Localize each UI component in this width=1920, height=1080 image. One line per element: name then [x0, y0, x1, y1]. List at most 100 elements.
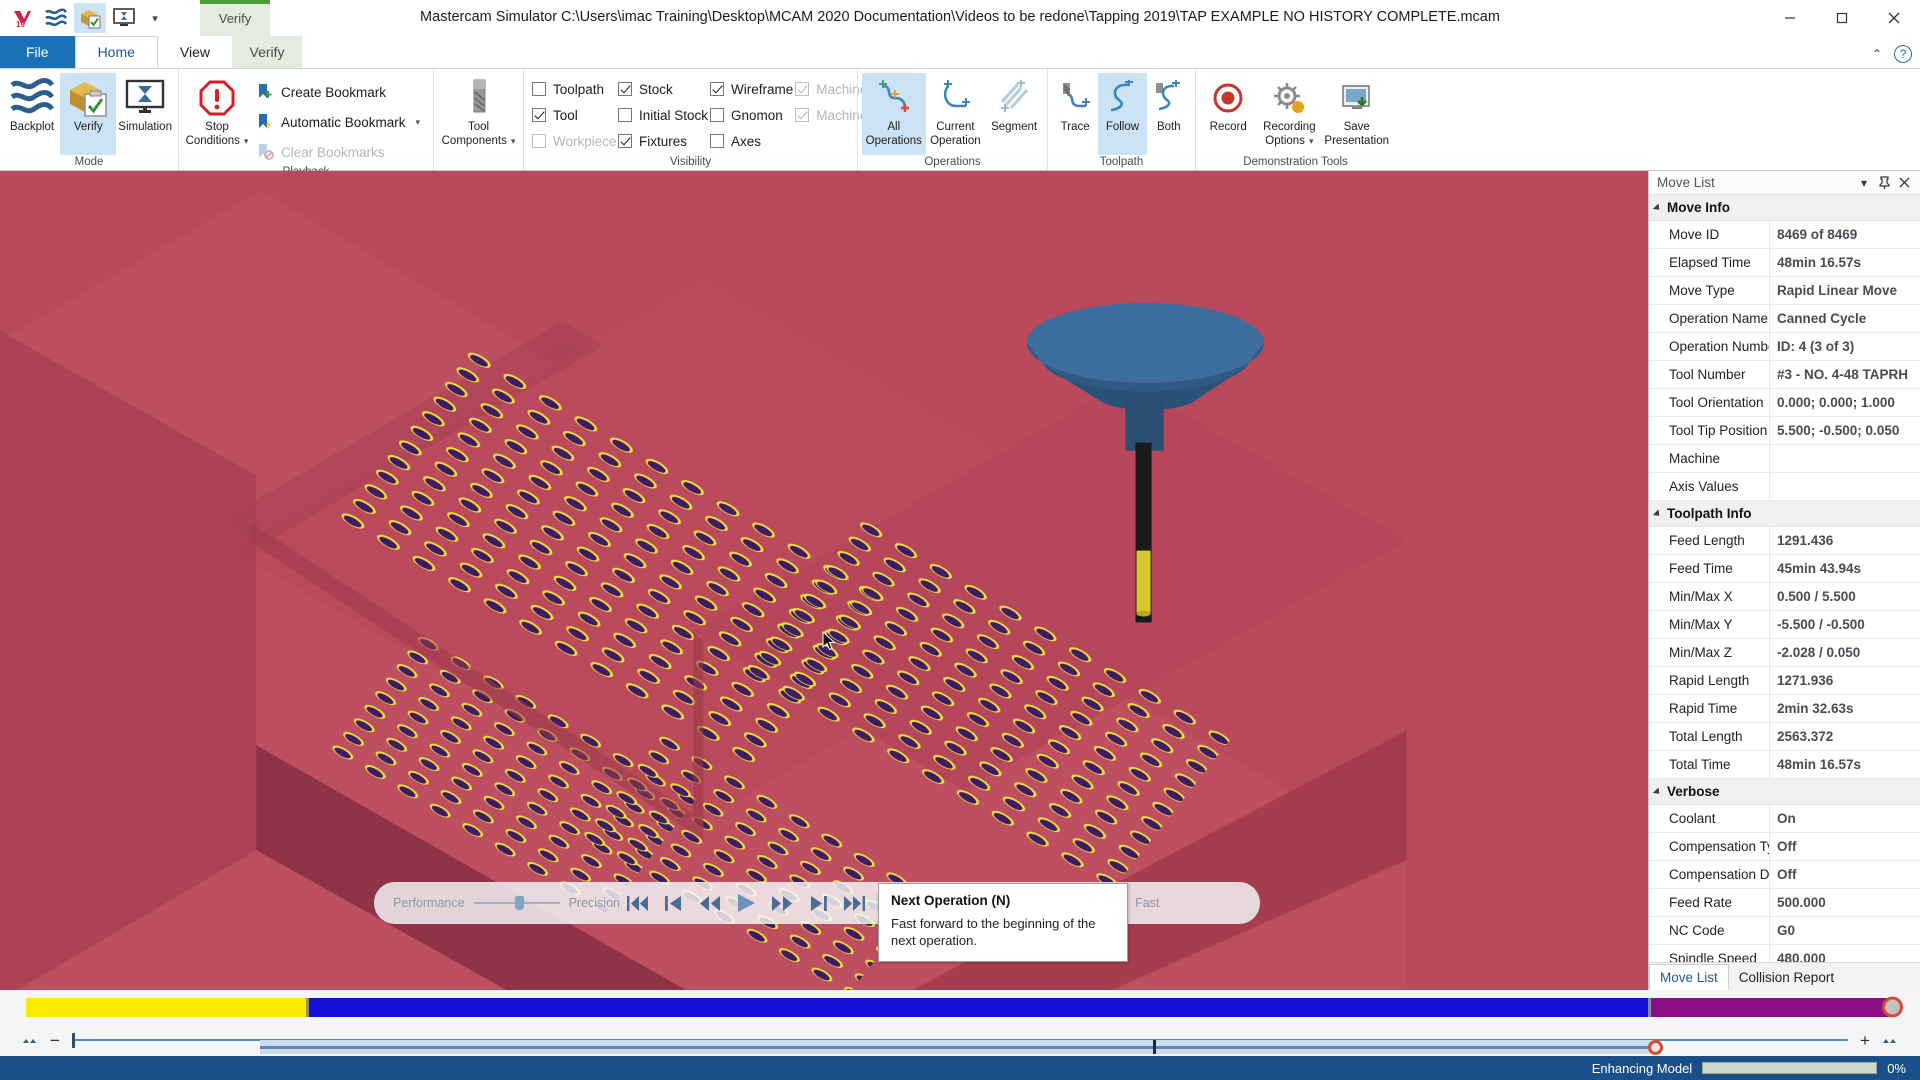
table-row[interactable]: Min/Max X 0.500 / 5.500: [1649, 583, 1920, 611]
progress-segment-3[interactable]: [1651, 997, 1894, 1017]
skip-to-end-button[interactable]: [836, 886, 872, 920]
simulation-viewport[interactable]: Performance Precision Fast Next Operatio…: [0, 171, 1648, 990]
tab-view[interactable]: View: [158, 36, 232, 68]
ribbon-button-save-presentation[interactable]: Save Presentation: [1322, 73, 1391, 147]
checkbox-wireframe[interactable]: Wireframe: [710, 78, 793, 100]
table-row[interactable]: Compensation Direction Off: [1649, 861, 1920, 889]
skip-to-start-button[interactable]: [620, 886, 656, 920]
checkbox-toolpath-box[interactable]: [532, 82, 546, 96]
table-row[interactable]: Feed Length 1291.436: [1649, 527, 1920, 555]
checkbox-initial-stock[interactable]: Initial Stock: [618, 104, 708, 126]
table-row[interactable]: Total Length 2563.372: [1649, 723, 1920, 751]
table-row[interactable]: Compensation Type Off: [1649, 833, 1920, 861]
checkbox-toolpath[interactable]: Toolpath: [532, 78, 616, 100]
ribbon-button-simulation[interactable]: Simulation: [116, 73, 174, 133]
customize-qat-icon[interactable]: ▾: [142, 3, 168, 33]
ribbon-item-create-bookmark[interactable]: Create Bookmark: [251, 79, 420, 105]
table-row[interactable]: Axis Values: [1649, 473, 1920, 501]
ribbon-button-both[interactable]: Both: [1147, 73, 1191, 133]
tab-collision-report[interactable]: Collision Report: [1729, 964, 1844, 990]
next-operation-button[interactable]: [800, 886, 836, 920]
checkbox-stock-box[interactable]: [618, 82, 632, 96]
zoom-out-button[interactable]: −: [48, 1032, 62, 1049]
move-list-content[interactable]: Move Info Move ID 8469 of 8469 Elapsed Ti…: [1649, 195, 1920, 962]
performance-precision-slider[interactable]: [473, 896, 560, 910]
close-button[interactable]: [1868, 0, 1920, 36]
tab-move-list[interactable]: Move List: [1649, 964, 1729, 990]
backplot-icon[interactable]: [40, 3, 72, 33]
table-row[interactable]: Tool Tip Position 5.500; -0.500; 0.050: [1649, 417, 1920, 445]
progress-segment-2[interactable]: [309, 997, 1649, 1017]
step-forward-button[interactable]: [764, 886, 800, 920]
ribbon-button-all-operations[interactable]: All Operations: [862, 73, 926, 155]
table-row[interactable]: Tool Orientation 0.000; 0.000; 1.000: [1649, 389, 1920, 417]
checkbox-fixtures-box[interactable]: [618, 134, 632, 148]
table-row[interactable]: Operation Name Canned Cycle: [1649, 305, 1920, 333]
expand-collapse-icon[interactable]: [1652, 508, 1663, 519]
minimize-button[interactable]: [1764, 0, 1816, 36]
ribbon-button-record[interactable]: Record: [1200, 73, 1256, 133]
tab-file[interactable]: File: [0, 36, 75, 68]
ribbon-button-follow[interactable]: Follow: [1098, 73, 1147, 155]
ribbon-button-tool-components[interactable]: Tool Components ▾: [438, 73, 519, 147]
ribbon-button-segment[interactable]: Segment: [985, 73, 1043, 133]
table-row[interactable]: Move ID 8469 of 8469: [1649, 221, 1920, 249]
expand-collapse-icon[interactable]: [1652, 786, 1663, 797]
zoom-out-all-icon[interactable]: [22, 1035, 38, 1045]
mastercam-logo-icon[interactable]: 19: [6, 3, 38, 33]
table-row[interactable]: Feed Rate 500.000: [1649, 889, 1920, 917]
table-row[interactable]: Rapid Length 1271.936: [1649, 667, 1920, 695]
zoom-slider-track[interactable]: [72, 1032, 1848, 1048]
ribbon-button-current-operation[interactable]: Current Operation: [926, 73, 986, 147]
table-row[interactable]: NC Code G0: [1649, 917, 1920, 945]
progress-knob[interactable]: [1882, 996, 1903, 1018]
tab-verify[interactable]: Verify: [232, 36, 303, 68]
verify-icon[interactable]: [74, 3, 106, 33]
checkbox-axes[interactable]: Axes: [710, 130, 793, 152]
ribbon-button-trace[interactable]: Trace: [1052, 73, 1098, 133]
previous-operation-button[interactable]: [656, 886, 692, 920]
chevron-down-icon[interactable]: ▾: [1854, 173, 1874, 193]
checkbox-initial-stock-box[interactable]: [618, 108, 632, 122]
performance-precision-slider-thumb[interactable]: [514, 896, 524, 910]
table-row[interactable]: Feed Time 45min 43.94s: [1649, 555, 1920, 583]
close-icon[interactable]: [1894, 173, 1914, 193]
table-row[interactable]: Total Time 48min 16.57s: [1649, 751, 1920, 779]
tab-home[interactable]: Home: [74, 36, 158, 68]
restore-button[interactable]: [1816, 0, 1868, 36]
move-list-group-verbose[interactable]: Verbose: [1649, 779, 1920, 805]
zoom-in-all-icon[interactable]: [1882, 1035, 1898, 1045]
timeline-progress-bar[interactable]: [26, 996, 1903, 1018]
checkbox-gnomon-box[interactable]: [710, 108, 725, 122]
table-row[interactable]: Rapid Time 2min 32.63s: [1649, 695, 1920, 723]
table-row[interactable]: Min/Max Z -2.028 / 0.050: [1649, 639, 1920, 667]
checkbox-stock[interactable]: Stock: [618, 78, 708, 100]
checkbox-wireframe-box[interactable]: [710, 82, 725, 96]
help-icon[interactable]: ?: [1894, 45, 1912, 63]
simulation-icon[interactable]: [108, 3, 140, 33]
play-button[interactable]: [728, 886, 764, 920]
pin-icon[interactable]: [1874, 173, 1894, 193]
move-list-group-toolpath-info[interactable]: Toolpath Info: [1649, 501, 1920, 527]
ribbon-button-backplot[interactable]: Backplot: [4, 73, 60, 133]
ribbon-item-automatic-bookmark[interactable]: Automatic Bookmark ▾: [251, 109, 420, 135]
checkbox-axes-box[interactable]: [710, 134, 725, 148]
progress-segment-1[interactable]: [26, 997, 307, 1017]
ribbon-button-stop-conditions[interactable]: Stop Conditions ▾: [183, 73, 251, 147]
checkbox-tool-box[interactable]: [532, 108, 546, 122]
table-row[interactable]: Tool Number #3 - NO. 4-48 TAPRH: [1649, 361, 1920, 389]
table-row[interactable]: Machine: [1649, 445, 1920, 473]
move-list-group-move-info[interactable]: Move Info: [1649, 195, 1920, 221]
table-row[interactable]: Move Type Rapid Linear Move: [1649, 277, 1920, 305]
table-row[interactable]: Coolant On: [1649, 805, 1920, 833]
zoom-slider-handle[interactable]: [72, 1032, 75, 1048]
step-back-button[interactable]: [692, 886, 728, 920]
zoom-in-button[interactable]: +: [1858, 1032, 1872, 1049]
checkbox-fixtures[interactable]: Fixtures: [618, 130, 708, 152]
table-row[interactable]: Min/Max Y -5.500 / -0.500: [1649, 611, 1920, 639]
checkbox-tool[interactable]: Tool: [532, 104, 616, 126]
table-row[interactable]: Operation Number ID: 4 (3 of 3): [1649, 333, 1920, 361]
table-row[interactable]: Spindle Speed 480.000: [1649, 945, 1920, 962]
collapse-ribbon-icon[interactable]: ⌃: [1872, 47, 1882, 61]
ribbon-button-recording-options[interactable]: Recording Options ▾: [1256, 73, 1322, 147]
